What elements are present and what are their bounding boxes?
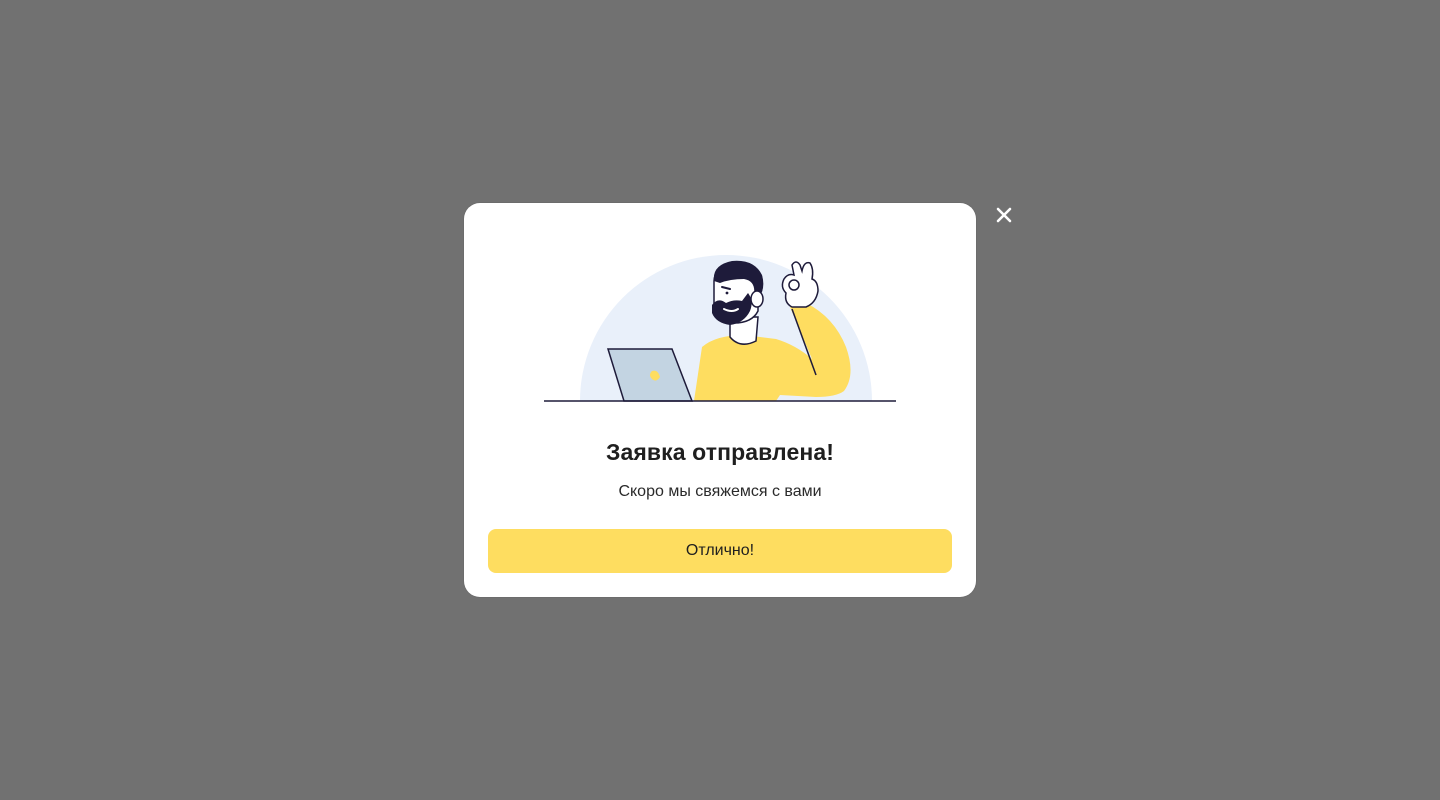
dialog-title: Заявка отправлена! bbox=[605, 439, 834, 465]
success-dialog: Заявка отправлена! Скоро мы свяжемся с в… bbox=[464, 203, 976, 597]
close-icon bbox=[996, 207, 1012, 223]
dialog-subtitle: Скоро мы свяжемся с вами bbox=[618, 483, 822, 500]
illustration-eye bbox=[725, 291, 729, 295]
illustration-ear bbox=[750, 290, 764, 308]
ok-button-label: Отлично! bbox=[685, 542, 755, 559]
person-with-laptop-illustration bbox=[544, 255, 896, 402]
ok-button[interactable]: Отлично! bbox=[488, 529, 952, 573]
close-button[interactable] bbox=[990, 201, 1018, 229]
